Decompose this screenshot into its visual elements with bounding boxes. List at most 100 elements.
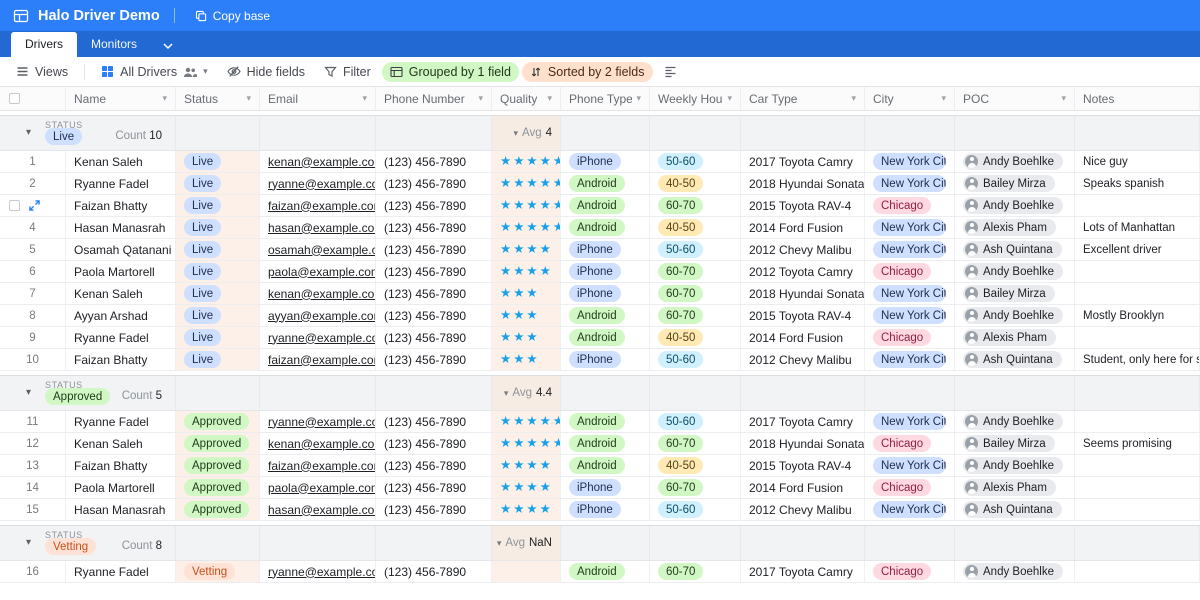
row-number-cell[interactable]: 13: [0, 455, 66, 476]
row-checkbox[interactable]: [9, 200, 20, 211]
cell-poc[interactable]: Andy Boehlke: [955, 151, 1075, 172]
hide-fields-button[interactable]: Hide fields: [219, 62, 313, 82]
cell-phone[interactable]: (123) 456-7890: [376, 217, 492, 238]
cell-quality[interactable]: ★★★★★: [492, 195, 561, 216]
group-summary-cell[interactable]: ▾Avg4.4: [492, 376, 561, 410]
cell-notes[interactable]: Seems promising: [1075, 433, 1200, 454]
view-selector[interactable]: All Drivers ▾: [93, 62, 215, 82]
cell-notes[interactable]: [1075, 195, 1200, 216]
cell-poc[interactable]: Ash Quintana: [955, 349, 1075, 370]
cell-quality[interactable]: ★★★: [492, 349, 561, 370]
cell-status[interactable]: Live: [176, 305, 260, 326]
cell-poc[interactable]: Bailey Mirza: [955, 173, 1075, 194]
cell-poc[interactable]: Alexis Pham: [955, 327, 1075, 348]
cell-name[interactable]: Ryanne Fadel: [66, 561, 176, 582]
cell-poc[interactable]: Andy Boehlke: [955, 561, 1075, 582]
cell-status[interactable]: Live: [176, 239, 260, 260]
cell-poc[interactable]: Bailey Mirza: [955, 433, 1075, 454]
row-number-cell[interactable]: 11: [0, 411, 66, 432]
cell-phone-type[interactable]: iPhone: [561, 261, 650, 282]
cell-email[interactable]: faizan@example.com: [260, 455, 376, 476]
column-header-name[interactable]: Name▾: [66, 87, 176, 110]
cell-email[interactable]: ryanne@example.com: [260, 411, 376, 432]
cell-email[interactable]: ryanne@example.com: [260, 173, 376, 194]
cell-car-type[interactable]: 2012 Chevy Malibu: [741, 239, 865, 260]
row-number-cell[interactable]: [0, 195, 66, 216]
row-number-cell[interactable]: 5: [0, 239, 66, 260]
cell-weekly-hours[interactable]: 60-70: [650, 433, 741, 454]
cell-name[interactable]: Paola Martorell: [66, 261, 176, 282]
row-number-cell[interactable]: 8: [0, 305, 66, 326]
cell-car-type[interactable]: 2018 Hyundai Sonata: [741, 173, 865, 194]
cell-phone[interactable]: (123) 456-7890: [376, 499, 492, 520]
cell-car-type[interactable]: 2018 Hyundai Sonata: [741, 433, 865, 454]
cell-weekly-hours[interactable]: 40-50: [650, 455, 741, 476]
cell-city[interactable]: New York City: [865, 173, 955, 194]
cell-email[interactable]: kenan@example.com: [260, 151, 376, 172]
column-header-status[interactable]: Status▾: [176, 87, 260, 110]
cell-weekly-hours[interactable]: 50-60: [650, 151, 741, 172]
cell-quality[interactable]: ★★★★★: [492, 173, 561, 194]
cell-city[interactable]: New York City: [865, 349, 955, 370]
cell-weekly-hours[interactable]: 40-50: [650, 173, 741, 194]
sort-button[interactable]: Sorted by 2 fields: [522, 62, 653, 82]
cell-name[interactable]: Ryanne Fadel: [66, 327, 176, 348]
cell-quality[interactable]: ★★★★: [492, 455, 561, 476]
cell-status[interactable]: Live: [176, 173, 260, 194]
cell-phone[interactable]: (123) 456-7890: [376, 349, 492, 370]
cell-city[interactable]: New York City: [865, 455, 955, 476]
cell-car-type[interactable]: 2012 Toyota Camry: [741, 261, 865, 282]
collapse-group-icon[interactable]: ▾: [26, 128, 31, 138]
cell-email[interactable]: osamah@example.com: [260, 239, 376, 260]
cell-notes[interactable]: [1075, 499, 1200, 520]
column-header-notes[interactable]: Notes: [1075, 87, 1200, 110]
column-header-car-type[interactable]: Car Type▾: [741, 87, 865, 110]
cell-quality[interactable]: ★★★★★: [492, 433, 561, 454]
cell-city[interactable]: Chicago: [865, 195, 955, 216]
cell-notes[interactable]: Excellent driver: [1075, 239, 1200, 260]
column-header-poc[interactable]: POC▾: [955, 87, 1075, 110]
cell-phone[interactable]: (123) 456-7890: [376, 455, 492, 476]
cell-phone-type[interactable]: iPhone: [561, 499, 650, 520]
cell-notes[interactable]: [1075, 455, 1200, 476]
cell-status[interactable]: Approved: [176, 477, 260, 498]
cell-weekly-hours[interactable]: 50-60: [650, 349, 741, 370]
column-header-quality[interactable]: Quality▾: [492, 87, 561, 110]
cell-city[interactable]: New York City: [865, 499, 955, 520]
cell-name[interactable]: Paola Martorell: [66, 477, 176, 498]
cell-city[interactable]: New York City: [865, 217, 955, 238]
cell-status[interactable]: Vetting: [176, 561, 260, 582]
cell-email[interactable]: hasan@example.com: [260, 499, 376, 520]
cell-city[interactable]: New York City: [865, 151, 955, 172]
cell-city[interactable]: Chicago: [865, 327, 955, 348]
cell-phone-type[interactable]: iPhone: [561, 283, 650, 304]
cell-status[interactable]: Approved: [176, 499, 260, 520]
cell-weekly-hours[interactable]: 60-70: [650, 261, 741, 282]
cell-weekly-hours[interactable]: 40-50: [650, 327, 741, 348]
cell-notes[interactable]: [1075, 411, 1200, 432]
cell-poc[interactable]: Andy Boehlke: [955, 195, 1075, 216]
group-summary-cell[interactable]: ▾AvgNaN: [492, 526, 561, 560]
collapse-group-icon[interactable]: ▾: [26, 388, 31, 398]
cell-city[interactable]: New York City: [865, 239, 955, 260]
cell-city[interactable]: New York City: [865, 411, 955, 432]
cell-weekly-hours[interactable]: 60-70: [650, 477, 741, 498]
cell-poc[interactable]: Alexis Pham: [955, 477, 1075, 498]
cell-quality[interactable]: [492, 561, 561, 582]
cell-phone[interactable]: (123) 456-7890: [376, 477, 492, 498]
cell-status[interactable]: Approved: [176, 411, 260, 432]
group-summary-cell[interactable]: ▾Avg4: [492, 116, 561, 150]
cell-notes[interactable]: [1075, 561, 1200, 582]
cell-car-type[interactable]: 2018 Hyundai Sonata: [741, 283, 865, 304]
cell-email[interactable]: hasan@example.com: [260, 217, 376, 238]
cell-city[interactable]: Chicago: [865, 433, 955, 454]
cell-phone-type[interactable]: iPhone: [561, 151, 650, 172]
row-number-cell[interactable]: 4: [0, 217, 66, 238]
cell-phone[interactable]: (123) 456-7890: [376, 283, 492, 304]
cell-weekly-hours[interactable]: 60-70: [650, 195, 741, 216]
cell-city[interactable]: Chicago: [865, 477, 955, 498]
cell-notes[interactable]: Speaks spanish: [1075, 173, 1200, 194]
cell-city[interactable]: New York City: [865, 305, 955, 326]
cell-notes[interactable]: Mostly Brooklyn: [1075, 305, 1200, 326]
cell-name[interactable]: Hasan Manasrah: [66, 217, 176, 238]
